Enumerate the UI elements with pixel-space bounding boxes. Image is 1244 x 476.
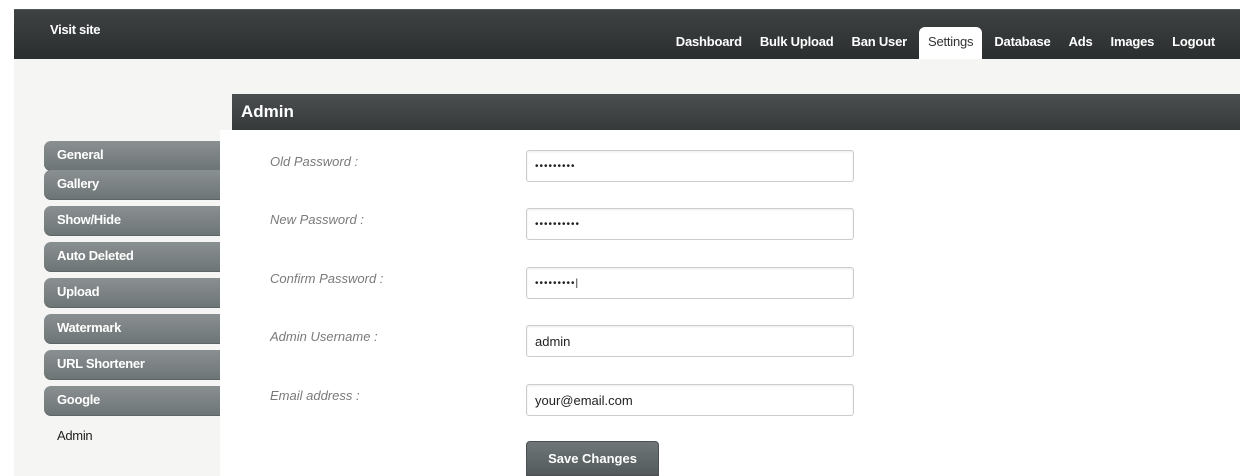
sidebar-item-upload[interactable]: Upload bbox=[44, 278, 220, 308]
tab-images[interactable]: Images bbox=[1102, 27, 1164, 60]
confirm-password-field[interactable] bbox=[526, 267, 854, 299]
top-nav-bar: Visit site Dashboard Bulk Upload Ban Use… bbox=[14, 9, 1240, 60]
sidebar-item-watermark[interactable]: Watermark bbox=[44, 314, 220, 344]
tab-settings[interactable]: Settings bbox=[918, 27, 983, 60]
tab-bulk-upload[interactable]: Bulk Upload bbox=[751, 27, 843, 60]
sidebar-item-admin[interactable]: Admin bbox=[44, 422, 220, 452]
panel-title: Admin bbox=[232, 94, 1240, 130]
admin-settings-form: Old Password : New Password : Confirm Pa… bbox=[220, 130, 1240, 476]
visit-site-link[interactable]: Visit site bbox=[50, 22, 101, 37]
tab-logout[interactable]: Logout bbox=[1163, 27, 1224, 60]
admin-username-label: Admin Username : bbox=[270, 329, 378, 344]
sidebar-item-google[interactable]: Google bbox=[44, 386, 220, 416]
confirm-password-label: Confirm Password : bbox=[270, 271, 384, 286]
tab-ban-user[interactable]: Ban User bbox=[843, 27, 916, 60]
sidebar-item-general[interactable]: General bbox=[44, 141, 220, 171]
new-password-field[interactable] bbox=[526, 208, 854, 240]
old-password-field[interactable] bbox=[526, 150, 854, 182]
tab-database[interactable]: Database bbox=[985, 27, 1059, 60]
sidebar-item-show-hide[interactable]: Show/Hide bbox=[44, 206, 220, 236]
main-nav: Dashboard Bulk Upload Ban User Settings … bbox=[667, 27, 1224, 60]
email-field[interactable] bbox=[526, 384, 854, 416]
email-label: Email address : bbox=[270, 388, 360, 403]
sidebar-item-gallery[interactable]: Gallery bbox=[44, 170, 220, 200]
sidebar-item-auto-deleted[interactable]: Auto Deleted bbox=[44, 242, 220, 272]
admin-username-field[interactable] bbox=[526, 325, 854, 357]
old-password-label: Old Password : bbox=[270, 154, 359, 169]
new-password-label: New Password : bbox=[270, 212, 364, 227]
sidebar-item-url-shortener[interactable]: URL Shortener bbox=[44, 350, 220, 380]
tab-ads[interactable]: Ads bbox=[1060, 27, 1102, 60]
settings-sidebar: General Gallery Show/Hide Auto Deleted U… bbox=[44, 141, 220, 458]
tab-dashboard[interactable]: Dashboard bbox=[667, 27, 751, 60]
save-changes-button[interactable]: Save Changes bbox=[526, 441, 659, 476]
